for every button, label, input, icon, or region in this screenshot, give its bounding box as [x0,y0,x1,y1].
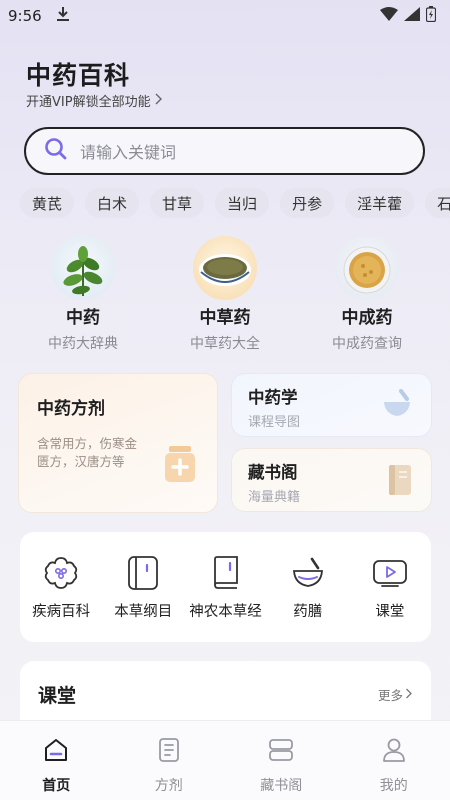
search-placeholder: 请输入关键词 [80,143,177,162]
card-description: 含常用方，伤寒金匮方，汉唐方等 [37,436,138,469]
book-tall-icon [127,554,159,592]
document-icon [157,737,181,767]
tool-classroom[interactable]: 课堂 [349,554,431,642]
tab-label: 我的 [379,778,408,794]
tcm-study-card[interactable]: 中药学 课程导图 [231,373,432,437]
user-icon [381,737,407,767]
card-title: 中药方剂 [37,399,105,419]
category-chinese-herbal[interactable]: 中草药 中草药大全 [160,236,290,353]
status-time: 9:56 [8,7,42,25]
herb-chip[interactable]: 白术 [85,188,140,218]
tab-formula[interactable]: 方剂 [113,721,226,800]
book-icon [211,554,241,592]
category-subtitle: 中草药大全 [190,336,260,352]
tool-label: 神农本草经 [189,604,262,620]
category-subtitle: 中成药查询 [332,336,402,352]
search-input[interactable]: 请输入关键词 [24,127,425,175]
tools-panel: 疾病百科 本草纲目 神农本草经 药膳 课堂 [20,532,431,642]
bookshelf-icon [267,737,295,767]
library-card[interactable]: 藏书阁 海量典籍 [231,448,432,512]
book-icon [387,463,413,501]
category-subtitle: 中药大辞典 [48,336,118,352]
medicine-jar-icon [163,444,197,488]
chevron-right-icon [405,687,413,702]
formula-card[interactable]: 中药方剂 含常用方，伤寒金匮方，汉唐方等 [18,373,218,513]
flower-icon [43,554,79,592]
herb-plant-image [51,236,115,300]
video-icon [372,554,408,592]
mortar-icon [381,388,413,424]
signal-icon [404,7,420,25]
chevron-right-icon [154,93,164,109]
home-icon [43,737,69,767]
bowl-icon [291,554,325,592]
wifi-icon [380,7,398,25]
herb-chip[interactable]: 甘草 [150,188,205,218]
tool-label: 药膳 [293,604,323,620]
tool-compendium[interactable]: 本草纲目 [102,554,184,642]
herb-chip[interactable]: 淫羊藿 [345,188,415,218]
herb-chip[interactable]: 石 [425,188,450,218]
bottom-tab-bar: 首页 方剂 藏书阁 我的 [0,720,450,800]
tab-label: 方剂 [154,778,183,794]
category-herbs[interactable]: 中药 中药大辞典 [18,236,148,353]
section-title: 课堂 [38,685,77,707]
tab-label: 首页 [42,778,71,794]
battery-icon [425,6,437,26]
tool-label: 疾病百科 [32,604,91,620]
category-title: 中草药 [199,308,251,328]
tool-medicinal-diet[interactable]: 药膳 [267,554,349,642]
category-patent-medicine[interactable]: 中成药 中成药查询 [302,236,432,353]
search-icon [44,137,68,165]
herb-chip[interactable]: 黄芪 [20,188,75,218]
seed-bowl-image [335,236,399,300]
tool-shennong-classic[interactable]: 神农本草经 [184,554,266,642]
vip-text: 开通VIP解锁全部功能 [26,95,151,110]
tab-profile[interactable]: 我的 [338,721,450,800]
download-icon [56,6,70,26]
page-title: 中药百科 [26,61,131,90]
tool-label: 课堂 [375,604,405,620]
tab-library[interactable]: 藏书阁 [225,721,338,800]
vip-unlock-link[interactable]: 开通VIP解锁全部功能 [26,91,164,110]
more-link[interactable]: 更多 [378,685,413,704]
herb-chip[interactable]: 丹参 [280,188,335,218]
category-title: 中药 [66,308,100,328]
tool-label: 本草纲目 [114,604,173,620]
herb-chip-list: 黄芪 白术 甘草 当归 丹参 淫羊藿 石 [20,188,450,218]
tool-disease-encyclopedia[interactable]: 疾病百科 [20,554,102,642]
status-bar: 9:56 [0,0,450,32]
more-label: 更多 [377,688,403,703]
herb-chip[interactable]: 当归 [215,188,270,218]
tab-label: 藏书阁 [260,778,303,794]
tab-home[interactable]: 首页 [0,721,113,800]
category-title: 中成药 [341,308,393,328]
herb-bowl-image [193,236,257,300]
